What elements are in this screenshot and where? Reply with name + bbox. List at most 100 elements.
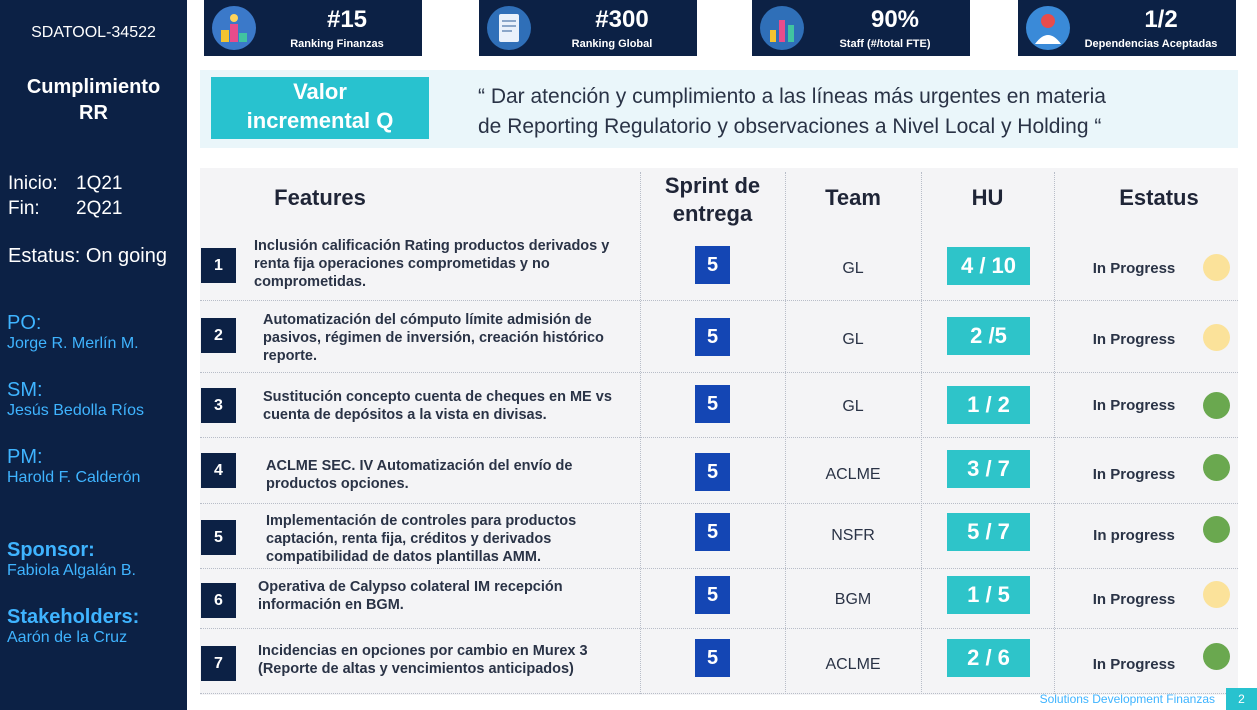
feature-line: renta fija operaciones comprometidas y n…	[254, 256, 550, 272]
kpi-label: Dependencias Aceptadas	[1084, 38, 1218, 50]
feature-text: Operativa de Calypso colateral IM recepc…	[258, 578, 628, 614]
row-number: 7	[201, 646, 236, 681]
hu-badge: 1 / 2	[947, 386, 1030, 424]
feature-line: Incidencias en opciones por cambio en Mu…	[258, 643, 588, 659]
feature-line: Automatización del cómputo límite admisi…	[263, 312, 592, 328]
kpi-value: #15	[326, 6, 368, 33]
kpi-ranking-finanzas: #15 Ranking Finanzas	[204, 0, 422, 56]
person-icon	[1026, 6, 1070, 50]
header-features: Features	[274, 185, 366, 210]
kpi-value: 1/2	[1144, 6, 1178, 33]
row-number: 1	[201, 248, 236, 283]
status-dot	[1203, 516, 1230, 543]
feature-line: Implementación de controles para product…	[266, 513, 577, 529]
sprint-badge: 5	[695, 318, 730, 356]
team-cell: ACLME	[825, 466, 881, 483]
sm-label: SM:	[7, 379, 43, 401]
column-divider	[785, 172, 786, 694]
status-text: In Progress	[1092, 397, 1176, 414]
sprint-badge: 5	[695, 513, 730, 551]
sponsor-label: Sponsor:	[7, 539, 95, 561]
hu-badge: 2 / 6	[947, 639, 1030, 677]
row-divider	[200, 372, 1238, 373]
row-number: 4	[201, 453, 236, 488]
pm-label: PM:	[7, 446, 43, 468]
feature-line: información en BGM.	[258, 597, 404, 613]
project-id: SDATOOL-34522	[31, 24, 156, 41]
header-team: Team	[825, 185, 881, 210]
column-divider	[640, 172, 641, 694]
feature-line: reporte.	[263, 348, 317, 364]
status-dot	[1203, 643, 1230, 670]
project-title: Cumplimiento RR	[0, 74, 187, 126]
feature-line: Inclusión calificación Rating productos …	[254, 238, 610, 254]
footer-text: Solutions Development Finanzas	[1039, 692, 1215, 706]
status-dot	[1203, 324, 1230, 351]
status-text: In Progress	[1092, 591, 1176, 608]
header-estatus: Estatus	[1119, 185, 1199, 210]
status-dot	[1203, 581, 1230, 608]
sm-block: SM: Jesús Bedolla Ríos	[7, 379, 144, 421]
status-dot	[1203, 454, 1230, 481]
feature-text: Sustitución concepto cuenta de cheques e…	[263, 388, 633, 424]
bar-chart-icon	[760, 6, 804, 50]
column-divider	[921, 172, 922, 694]
team-cell: BGM	[834, 591, 872, 608]
feature-line: comprometidas.	[254, 274, 366, 290]
hu-badge: 5 / 7	[947, 513, 1030, 551]
feature-text: Incidencias en opciones por cambio en Mu…	[258, 642, 628, 678]
status-text: In Progress	[1092, 260, 1176, 277]
fin-value: 2Q21	[76, 198, 123, 219]
title-line1: Cumplimiento	[26, 76, 161, 98]
team-cell: GL	[842, 260, 864, 277]
kpi-label: Ranking Global	[571, 38, 653, 50]
quote-text: “ Dar atención y cumplimiento a las líne…	[478, 82, 1218, 142]
feature-line: ACLME SEC. IV Automatización del envío d…	[266, 458, 573, 474]
project-status: Estatus: On going	[8, 245, 167, 267]
status-text: In Progress	[1092, 331, 1176, 348]
sidebar: SDATOOL-34522 Cumplimiento RR Inicio: 1Q…	[0, 0, 187, 710]
kpi-value: #300	[595, 6, 649, 33]
feature-line: productos opciones.	[266, 476, 409, 492]
value-box-line1: Valor	[293, 79, 347, 104]
row-divider	[200, 503, 1238, 504]
status-text: In progress	[1093, 527, 1175, 544]
row-divider	[200, 437, 1238, 438]
pm-name: Harold F. Calderón	[7, 469, 141, 486]
feature-text: Automatización del cómputo límite admisi…	[263, 311, 633, 365]
title-line2: RR	[79, 102, 108, 124]
header-sprint-line1: Sprint de	[664, 173, 761, 198]
row-number: 6	[201, 583, 236, 618]
status-dot	[1203, 254, 1230, 281]
header-hu: HU	[971, 185, 1004, 210]
sprint-badge: 5	[695, 385, 730, 423]
header-sprint-line2: entrega	[672, 201, 753, 226]
kpi-ranking-global: #300 Ranking Global	[479, 0, 697, 56]
page-number: 2	[1226, 688, 1257, 710]
row-number: 3	[201, 388, 236, 423]
kpi-label: Ranking Finanzas	[290, 38, 384, 50]
team-cell: GL	[842, 398, 864, 415]
feature-line: Sustitución concepto cuenta de cheques e…	[263, 389, 612, 405]
sponsor-block: Sponsor: Fabiola Algalán B.	[7, 539, 136, 581]
sprint-badge: 5	[695, 576, 730, 614]
team-cell: NSFR	[831, 527, 875, 544]
hu-badge: 1 / 5	[947, 576, 1030, 614]
status-text: In Progress	[1092, 656, 1176, 673]
team-cell: GL	[842, 331, 864, 348]
kpi-dependencias: 1/2 Dependencias Aceptadas	[1018, 0, 1236, 56]
feature-line: cuenta de depósitos a la vista en divisa…	[263, 407, 547, 423]
podium-icon	[212, 6, 256, 50]
kpi-staff: 90% Staff (#/total FTE)	[752, 0, 970, 56]
po-label: PO:	[7, 312, 42, 334]
hu-badge: 4 / 10	[947, 247, 1030, 285]
feature-text: Implementación de controles para product…	[266, 512, 636, 566]
feature-line: Operativa de Calypso colateral IM recepc…	[258, 579, 563, 595]
value-box-line2: incremental Q	[246, 108, 394, 133]
quote-line2: de Reporting Regulatorio y observaciones…	[478, 115, 1102, 138]
feature-text: ACLME SEC. IV Automatización del envío d…	[266, 457, 636, 493]
sm-name: Jesús Bedolla Ríos	[7, 402, 144, 419]
feature-line: compatibilidad de datos plantillas AMM.	[266, 549, 541, 565]
sprint-badge: 5	[695, 246, 730, 284]
row-number: 2	[201, 318, 236, 353]
